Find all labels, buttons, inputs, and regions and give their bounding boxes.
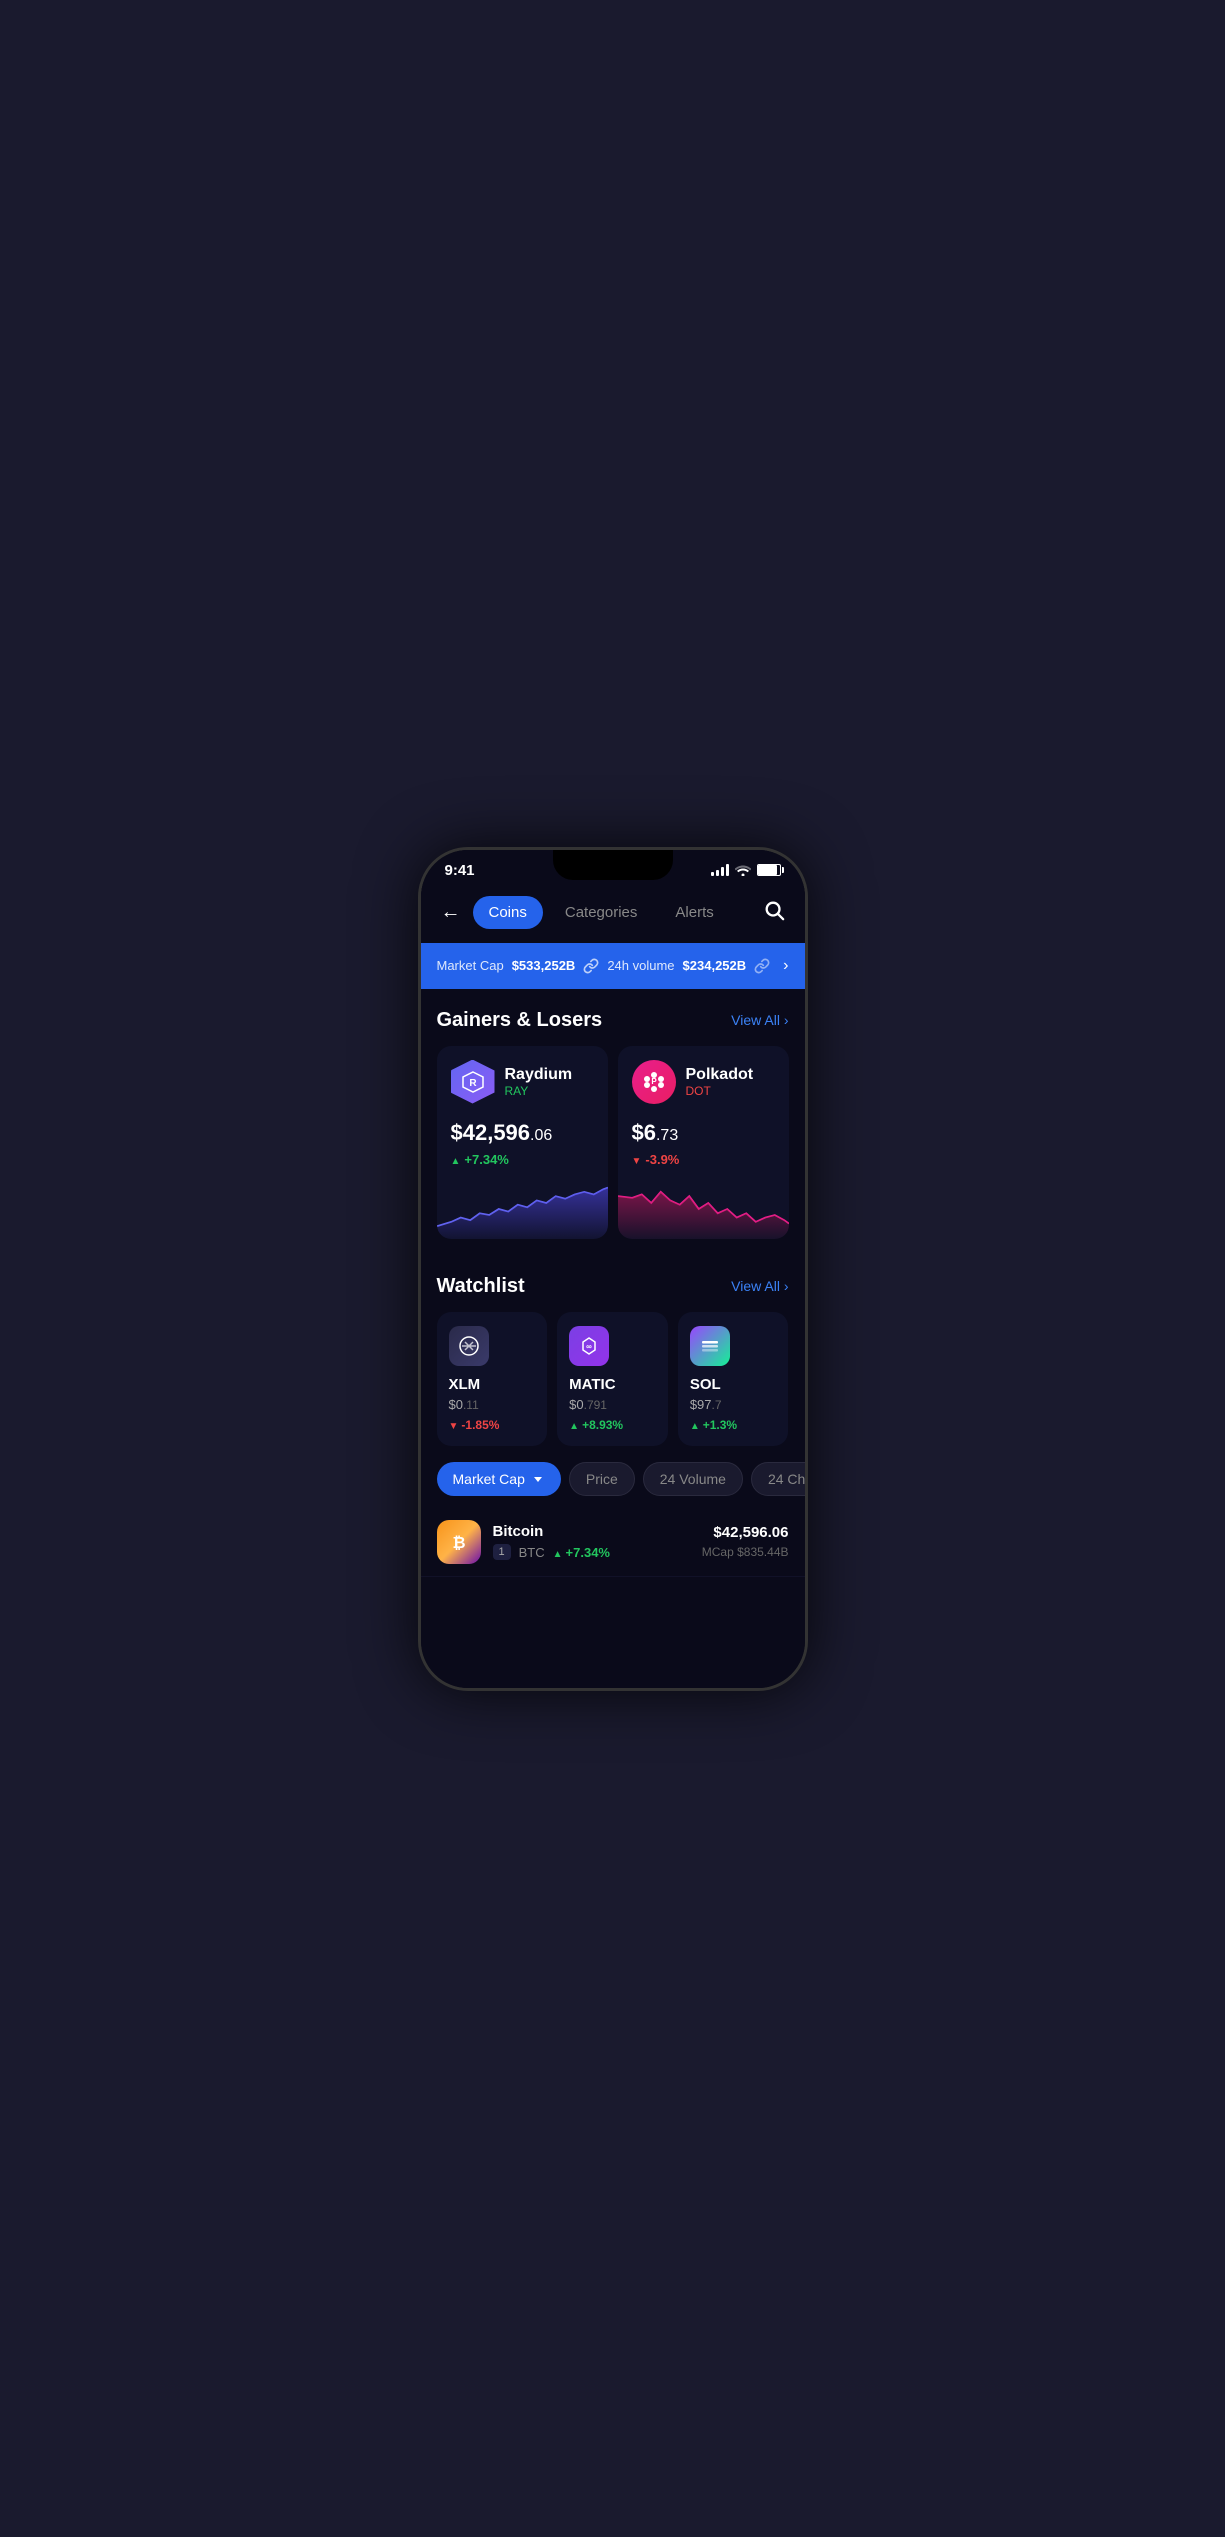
bitcoin-symbol: BTC (519, 1545, 545, 1560)
phone-frame: 9:41 ← (418, 847, 808, 1691)
matic-watchlist-card[interactable]: ∞ MATIC $0.791 +8.93% (557, 1312, 668, 1446)
svg-text:R: R (469, 1078, 477, 1089)
watchlist-title: Watchlist (437, 1275, 525, 1298)
watchlist-section: Watchlist View All › XLM $0.11 (421, 1255, 805, 1446)
xlm-change: -1.85% (449, 1418, 536, 1432)
sol-watchlist-card[interactable]: SOL $97.7 +1.3% (678, 1312, 789, 1446)
raydium-header: R Raydium RAY (451, 1060, 594, 1104)
notch (553, 850, 673, 880)
gainers-view-all[interactable]: View All › (731, 1012, 788, 1028)
tab-categories[interactable]: Categories (549, 896, 654, 929)
raydium-card[interactable]: R Raydium RAY $42,596.06 +7.34% (437, 1046, 608, 1239)
gainers-title: Gainers & Losers (437, 1009, 603, 1032)
raydium-change: +7.34% (451, 1152, 594, 1167)
bitcoin-rank: 1 (493, 1544, 511, 1560)
tab-coins[interactable]: Coins (473, 896, 543, 929)
bitcoin-change: +7.34% (553, 1545, 610, 1560)
bitcoin-list-item[interactable]: ₿ Bitcoin 1 BTC +7.34% $42,596.06 MCap $… (421, 1508, 805, 1577)
chain-icon (583, 958, 599, 974)
matic-price: $0.791 (569, 1397, 656, 1412)
raydium-symbol: RAY (505, 1084, 573, 1098)
nav-tabs: Coins Categories Alerts (473, 896, 751, 929)
nav-bar: ← Coins Categories Alerts (421, 887, 805, 943)
raydium-price: $42,596.06 (451, 1120, 594, 1146)
polkadot-symbol: DOT (686, 1084, 754, 1098)
back-button[interactable]: ← (437, 897, 465, 928)
xlm-logo (449, 1326, 489, 1366)
sort-market-cap[interactable]: Market Cap (437, 1462, 561, 1496)
volume-value: $234,252B (683, 958, 747, 973)
svg-text:∞: ∞ (586, 1342, 592, 1351)
tab-alerts[interactable]: Alerts (659, 896, 729, 929)
watchlist-header: Watchlist View All › (437, 1275, 789, 1298)
gainers-losers-section: Gainers & Losers View All › R R (421, 989, 805, 1239)
polkadot-name: Polkadot (686, 1066, 754, 1084)
polkadot-header: P Polkadot DOT (632, 1060, 775, 1104)
watchlist-view-all[interactable]: View All › (731, 1278, 788, 1294)
sort-24change[interactable]: 24 Change (751, 1462, 805, 1496)
search-button[interactable] (759, 895, 789, 931)
watchlist-grid: XLM $0.11 -1.85% ∞ (437, 1312, 789, 1446)
banner-arrow-icon: › (783, 957, 788, 975)
svg-text:₿: ₿ (452, 1534, 465, 1552)
sol-price: $97.7 (690, 1397, 777, 1412)
gainers-grid: R Raydium RAY $42,596.06 +7.34% (437, 1046, 789, 1239)
bitcoin-right: $42,596.06 MCap $835.44B (702, 1524, 789, 1559)
raydium-name: Raydium (505, 1066, 573, 1084)
battery-icon (757, 864, 781, 876)
bitcoin-price: $42,596.06 (702, 1524, 789, 1541)
raydium-logo: R (451, 1060, 495, 1104)
polkadot-change: -3.9% (632, 1152, 775, 1167)
market-cap-banner[interactable]: Market Cap $533,252B 24h volume $234,252… (421, 943, 805, 989)
phone-screen[interactable]: 9:41 ← (421, 850, 805, 1688)
market-cap-value: $533,252B (512, 958, 576, 973)
bitcoin-logo: ₿ (437, 1520, 481, 1564)
svg-text:P: P (651, 1077, 657, 1086)
matic-logo: ∞ (569, 1326, 609, 1366)
matic-change: +8.93% (569, 1418, 656, 1432)
sol-symbol: SOL (690, 1376, 777, 1393)
status-time: 9:41 (445, 862, 475, 879)
signal-bars-icon (711, 864, 729, 876)
polkadot-chart (618, 1179, 789, 1239)
xlm-symbol: XLM (449, 1376, 536, 1393)
sort-price[interactable]: Price (569, 1462, 635, 1496)
sol-logo (690, 1326, 730, 1366)
sol-change: +1.3% (690, 1418, 777, 1432)
polkadot-logo: P (632, 1060, 676, 1104)
volume-label: 24h volume (607, 958, 674, 973)
polkadot-card[interactable]: P Polkadot DOT $6.73 -3.9% (618, 1046, 789, 1239)
bitcoin-info: Bitcoin 1 BTC +7.34% (493, 1523, 690, 1560)
market-cap-label: Market Cap (437, 958, 504, 973)
raydium-chart (437, 1179, 608, 1239)
xlm-watchlist-card[interactable]: XLM $0.11 -1.85% (437, 1312, 548, 1446)
gainers-header: Gainers & Losers View All › (437, 1009, 789, 1032)
xlm-price: $0.11 (449, 1397, 536, 1412)
sort-24volume[interactable]: 24 Volume (643, 1462, 743, 1496)
status-icons (711, 864, 781, 876)
bitcoin-mcap: MCap $835.44B (702, 1545, 789, 1559)
bitcoin-name: Bitcoin (493, 1523, 690, 1540)
chain-icon-2 (754, 958, 770, 974)
polkadot-price: $6.73 (632, 1120, 775, 1146)
matic-symbol: MATIC (569, 1376, 656, 1393)
sort-bar: Market Cap Price 24 Volume 24 Change (421, 1446, 805, 1508)
wifi-icon (735, 864, 751, 876)
